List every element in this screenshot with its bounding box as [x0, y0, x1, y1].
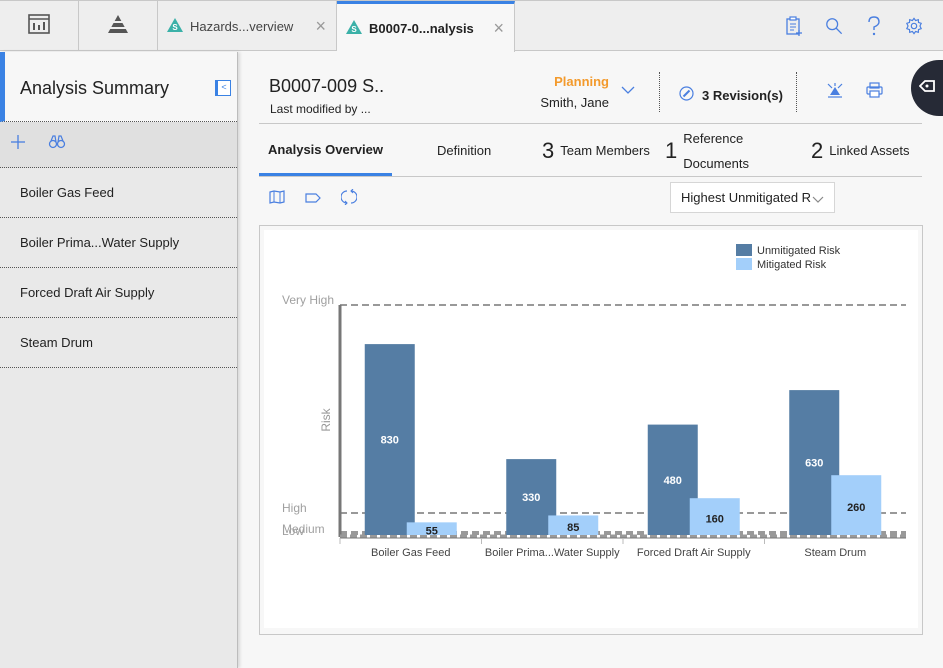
- chart-toolbar: [269, 187, 358, 212]
- svg-text:S: S: [351, 25, 357, 34]
- header-actions: [826, 82, 883, 103]
- edit-icon: [679, 86, 694, 104]
- tab-reference-documents[interactable]: 1 Reference Documents: [665, 125, 749, 176]
- hazards-icon: S: [345, 19, 363, 38]
- sidebar-item[interactable]: Boiler Prima...Water Supply: [0, 218, 237, 268]
- tab-label-line2: Documents: [683, 155, 749, 171]
- threshold-label: Low: [282, 524, 304, 538]
- print-icon[interactable]: [866, 82, 883, 103]
- chart-area: Very High High Medium Low Risk Boiler Gas F…: [264, 230, 918, 628]
- top-bar: S Hazards...verview × S B0007-0...nalysi…: [0, 0, 943, 52]
- tab-label: Team Members: [560, 143, 650, 158]
- tab-label: B0007-0...nalysis: [369, 20, 474, 36]
- pyramid-icon: [107, 14, 129, 39]
- sidebar-title: Analysis Summary: [20, 78, 170, 98]
- tab-label: Linked Assets: [829, 143, 910, 158]
- tab-definition[interactable]: Definition: [437, 125, 491, 176]
- record-title: B0007-009 S..: [269, 76, 385, 96]
- bar-value-label: 160: [706, 514, 724, 526]
- close-icon[interactable]: ×: [493, 18, 504, 39]
- threshold-label: High: [282, 501, 307, 515]
- record-tabs: Analysis Overview Definition 3 Team Memb…: [259, 125, 922, 177]
- binoculars-icon[interactable]: [48, 135, 66, 154]
- divider: [796, 72, 797, 112]
- tab-label: Definition: [437, 143, 492, 158]
- bar-value-label: 85: [567, 522, 579, 534]
- chart-panel: Very High High Medium Low Risk Boiler Gas F…: [259, 225, 923, 635]
- tag-arrow-icon: [918, 79, 935, 97]
- x-tick-label: Boiler Gas Feed: [371, 547, 450, 559]
- svg-text:S: S: [172, 23, 178, 32]
- dashboard-icon: [28, 13, 50, 39]
- divider: [659, 72, 660, 112]
- search-icon[interactable]: [825, 16, 843, 36]
- risk-bar-chart: Very HighHighMediumLow Risk Boiler Gas F…: [282, 244, 906, 559]
- tab-hazards-overview[interactable]: S Hazards...verview ×: [158, 1, 337, 51]
- tab-count: 2: [811, 137, 824, 163]
- risk-sort-select[interactable]: Highest Unmitigated R: [670, 182, 835, 213]
- sidebar-item[interactable]: Boiler Gas Feed: [0, 168, 237, 218]
- bar-value-label: 260: [847, 502, 865, 514]
- tab-count: 3: [542, 137, 555, 163]
- record-header: B0007-009 S.. Last modified by ... Plann…: [259, 52, 922, 124]
- tab-linked-assets[interactable]: 2 Linked Assets: [811, 125, 909, 176]
- tag-icon[interactable]: [305, 191, 321, 209]
- tab-label: Reference Documents: [683, 126, 749, 176]
- legend-swatch: [736, 244, 752, 256]
- select-value: Highest Unmitigated R: [681, 190, 812, 205]
- bar-value-label: 830: [381, 435, 399, 447]
- last-modified: Last modified by ...: [270, 102, 371, 116]
- top-actions: [785, 1, 923, 51]
- tab-analysis-overview[interactable]: Analysis Overview: [259, 125, 392, 176]
- state-label[interactable]: Planning: [529, 74, 609, 89]
- hazard-analysis-icon[interactable]: [826, 82, 844, 103]
- map-icon[interactable]: [269, 190, 285, 209]
- sidebar-item[interactable]: Forced Draft Air Supply: [0, 268, 237, 318]
- sidebar: Analysis Summary < Boiler Gas Feed Boile…: [0, 52, 238, 668]
- legend-swatch: [736, 258, 752, 270]
- revisions-button[interactable]: 3 Revision(s): [679, 86, 783, 104]
- x-tick-label: Forced Draft Air Supply: [637, 547, 751, 559]
- tab-label: Hazards...verview: [190, 18, 294, 34]
- chevron-down-icon[interactable]: [621, 82, 635, 100]
- legend-label: Mitigated Risk: [757, 259, 827, 271]
- threshold-label: Very High: [282, 293, 334, 307]
- add-icon[interactable]: [10, 134, 26, 155]
- main-panel: B0007-009 S.. Last modified by ... Plann…: [239, 52, 943, 668]
- tab-b0007-analysis[interactable]: S B0007-0...nalysis ×: [337, 1, 515, 52]
- pyramid-tab[interactable]: [79, 1, 158, 51]
- sidebar-header: Analysis Summary <: [0, 52, 237, 122]
- refresh-icon[interactable]: [340, 188, 358, 210]
- bar-value-label: 480: [664, 475, 682, 487]
- x-tick-label: Boiler Prima...Water Supply: [485, 547, 620, 559]
- x-tick-label: Steam Drum: [804, 547, 866, 559]
- settings-icon[interactable]: [905, 16, 923, 36]
- bar-value-label: 630: [805, 458, 823, 470]
- sidebar-item[interactable]: Steam Drum: [0, 318, 237, 368]
- new-record-icon[interactable]: [785, 16, 803, 36]
- chevron-down-icon: [812, 192, 824, 207]
- sidebar-tools: [0, 122, 237, 168]
- bar-value-label: 330: [522, 492, 540, 504]
- collapse-sidebar-button[interactable]: <: [215, 80, 231, 96]
- revisions-label: 3 Revision(s): [702, 87, 783, 103]
- hazards-icon: S: [166, 17, 184, 36]
- close-icon[interactable]: ×: [315, 16, 326, 37]
- dashboard-tab[interactable]: [0, 1, 79, 51]
- tab-team-members[interactable]: 3 Team Members: [542, 125, 650, 176]
- y-axis-label: Risk: [319, 407, 333, 431]
- tab-count: 1: [665, 137, 678, 163]
- tab-label: Analysis Overview: [268, 141, 383, 157]
- legend-label: Unmitigated Risk: [757, 245, 841, 257]
- tab-label-line1: Reference: [683, 130, 744, 146]
- bar-value-label: 55: [426, 526, 438, 538]
- help-icon[interactable]: [865, 16, 883, 36]
- state-user: Smith, Jane: [540, 95, 609, 110]
